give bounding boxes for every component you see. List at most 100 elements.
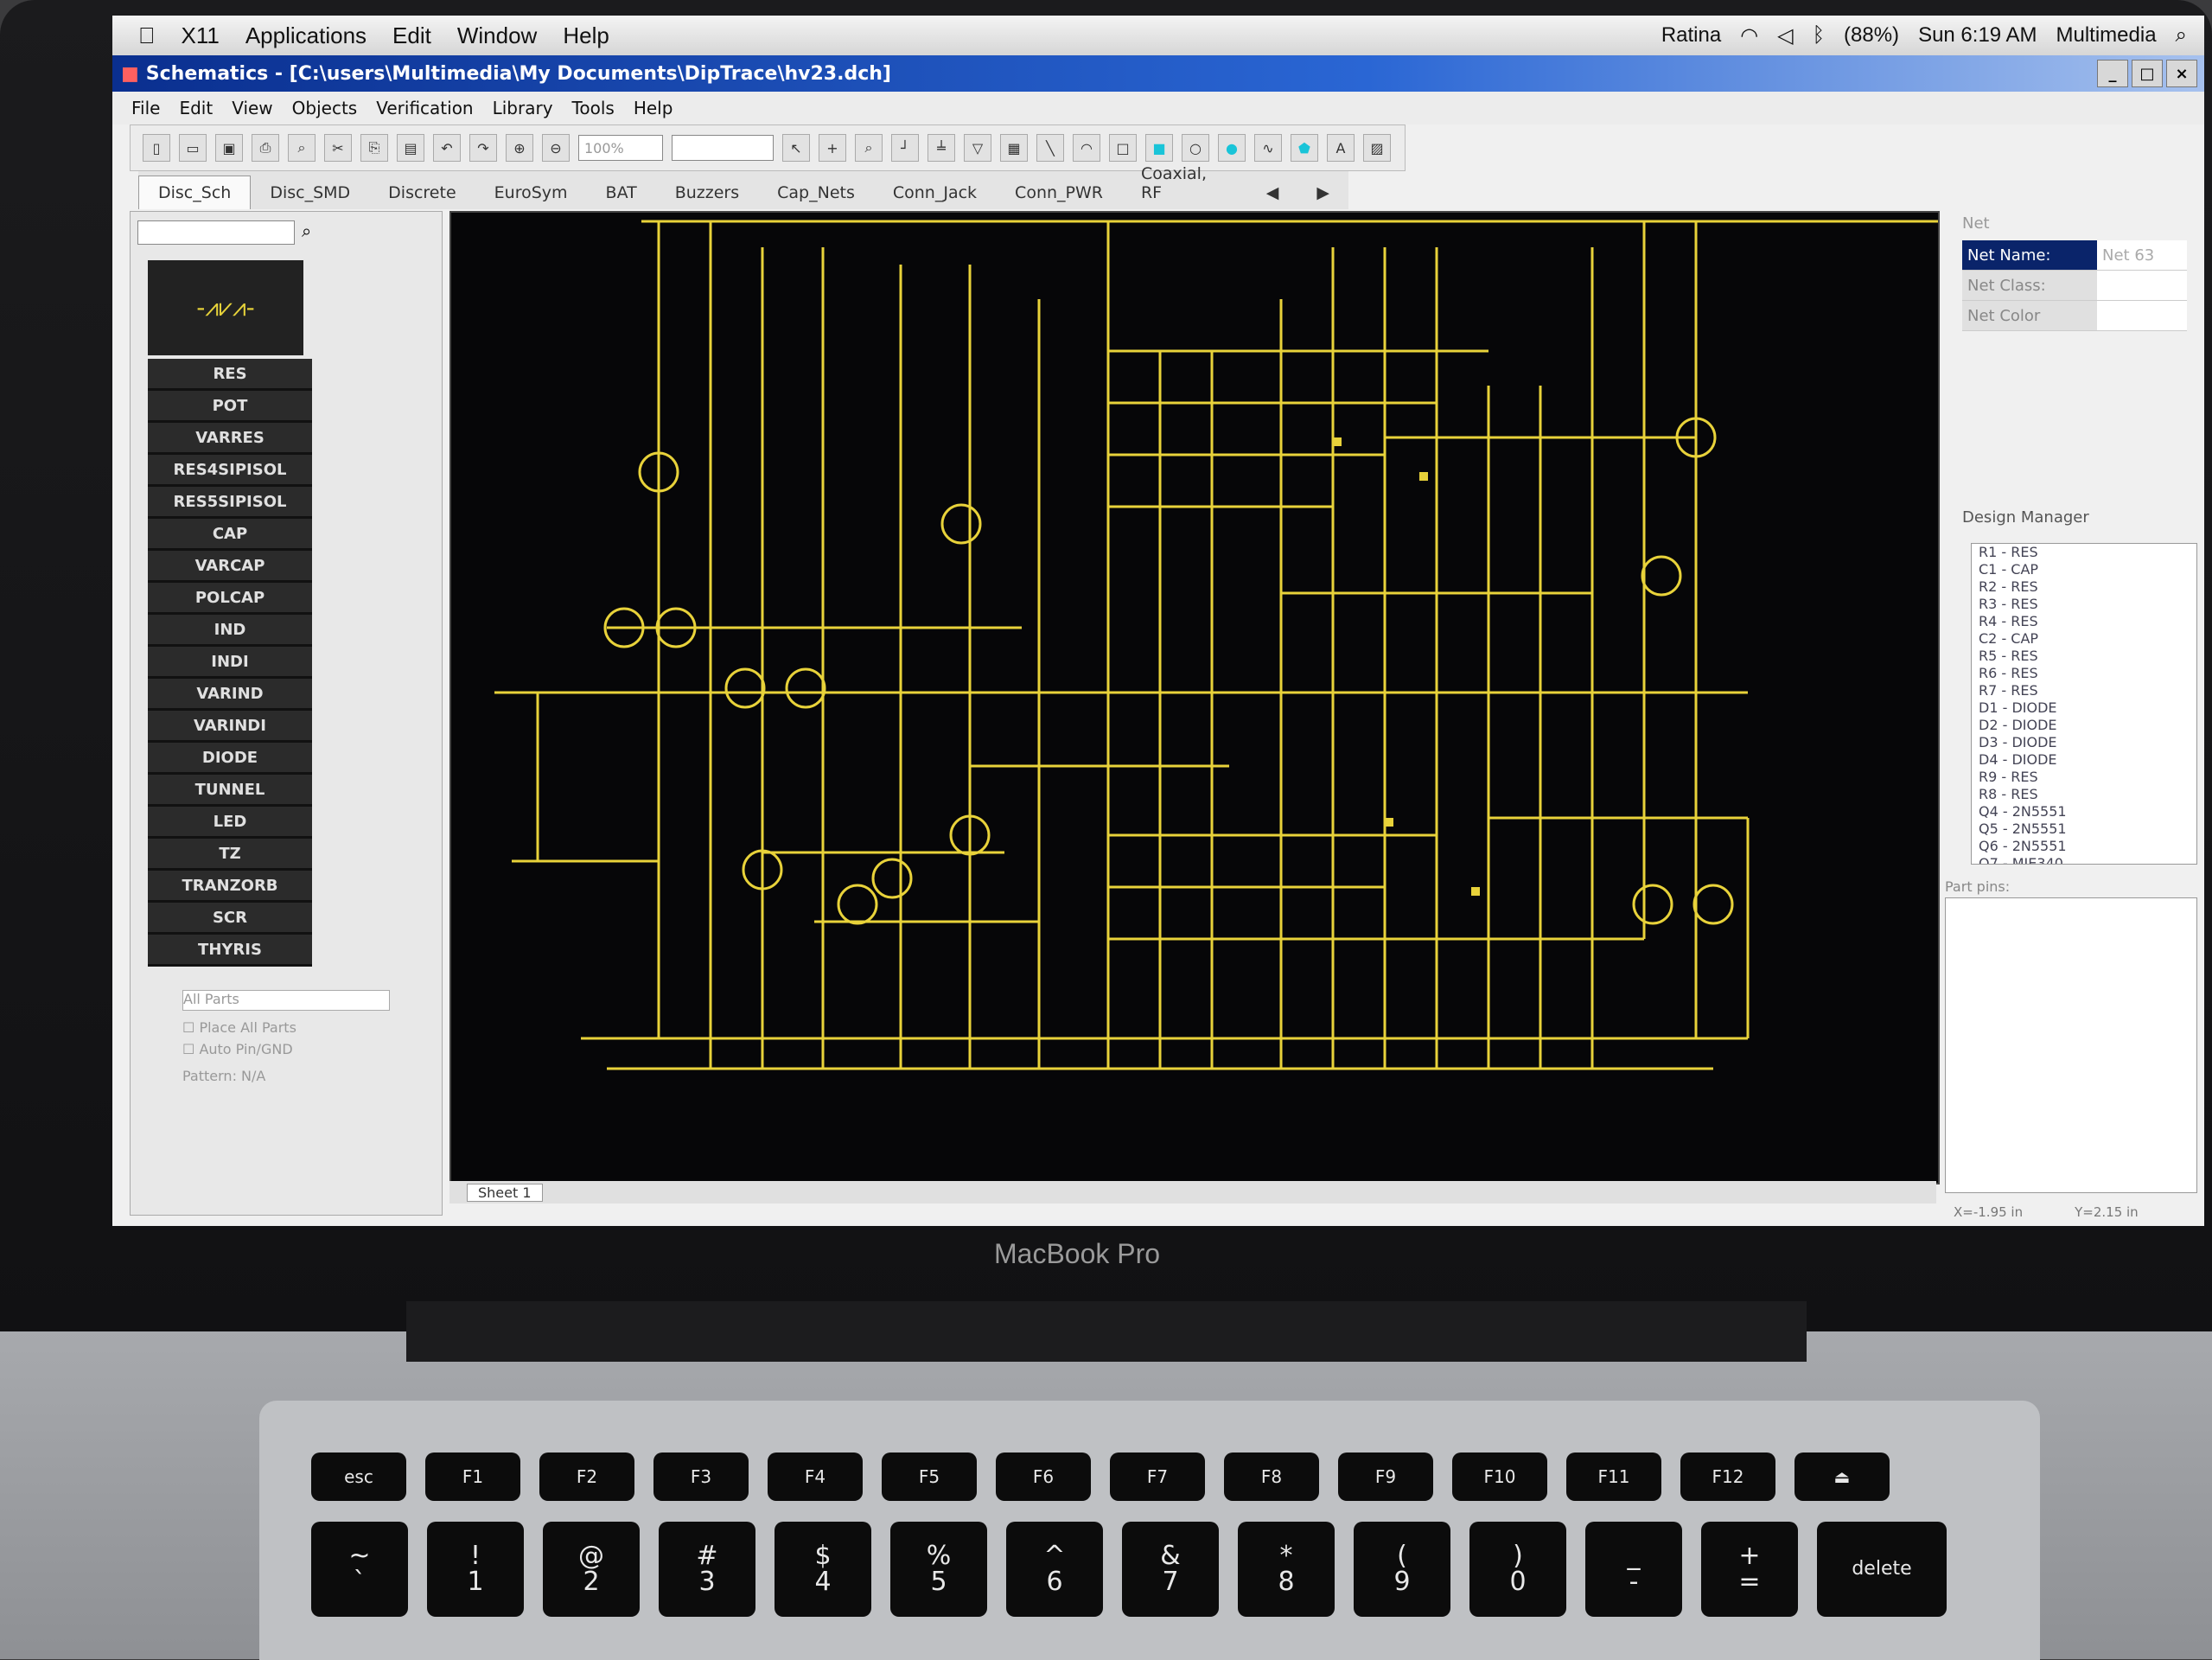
menu-applications[interactable]: Applications [245, 22, 367, 49]
key-f6[interactable]: F6 [996, 1452, 1091, 1501]
net-color-value[interactable] [2097, 301, 2187, 330]
zoom-out-icon[interactable]: ⊖ [542, 134, 570, 162]
part-tz[interactable]: TZ [148, 839, 312, 871]
key-6[interactable]: ^ 6 [1006, 1522, 1103, 1617]
net-name-value[interactable]: Net 63 [2097, 240, 2187, 270]
key-1[interactable]: ! 1 [427, 1522, 524, 1617]
app-menu-tools[interactable]: Tools [572, 98, 615, 118]
binoculars-icon[interactable]: ⌕ [302, 220, 311, 241]
part-pins-box[interactable] [1945, 897, 2197, 1193]
new-file-icon[interactable]: ▯ [143, 134, 170, 162]
part-varind[interactable]: VARIND [148, 679, 312, 711]
key-f10[interactable]: F10 [1452, 1452, 1547, 1501]
polyline-icon[interactable]: ∿ [1254, 134, 1282, 162]
part-pot[interactable]: POT [148, 391, 312, 423]
key-minus[interactable]: _ - [1585, 1522, 1682, 1617]
line-icon[interactable]: ╲ [1036, 134, 1064, 162]
part-diode[interactable]: DIODE [148, 743, 312, 775]
key-equals[interactable]: + = [1701, 1522, 1798, 1617]
list-item[interactable]: R9 - RES [1972, 769, 2196, 786]
table-icon[interactable]: ▦ [1000, 134, 1028, 162]
volume-icon[interactable]: ◁ [1777, 23, 1793, 48]
part-led[interactable]: LED [148, 807, 312, 839]
key-tilde[interactable]: ~ ` [311, 1522, 408, 1617]
net-name-row[interactable]: Net Name: Net 63 [1962, 240, 2187, 271]
pointer-icon[interactable]: ↖ [782, 134, 810, 162]
key-delete[interactable]: delete [1817, 1522, 1947, 1617]
open-folder-icon[interactable]: ▭ [179, 134, 207, 162]
part-res5sipisol[interactable]: RES5SIPISOL [148, 487, 312, 519]
list-item[interactable]: Q4 - 2N5551 [1972, 803, 2196, 820]
part-tranzorb[interactable]: TRANZORB [148, 871, 312, 903]
tab-conn-jack[interactable]: Conn_Jack [874, 176, 996, 209]
list-item[interactable]: R5 - RES [1972, 648, 2196, 665]
component-search-input[interactable] [137, 220, 295, 245]
net-class-row[interactable]: Net Class: [1962, 271, 2187, 301]
list-item[interactable]: R6 - RES [1972, 665, 2196, 682]
image-icon[interactable]: ▨ [1363, 134, 1391, 162]
text-icon[interactable]: A [1327, 134, 1355, 162]
place-all-checkbox[interactable]: ☐ Place All Parts [182, 1019, 390, 1036]
app-menu-verification[interactable]: Verification [376, 98, 473, 118]
menu-window[interactable]: Window [457, 22, 537, 49]
net-port-icon[interactable]: ▽ [964, 134, 991, 162]
part-varcap[interactable]: VARCAP [148, 551, 312, 583]
menu-edit[interactable]: Edit [392, 22, 431, 49]
schematic-canvas[interactable] [449, 211, 1955, 1184]
part-res[interactable]: RES [148, 359, 312, 391]
key-f7[interactable]: F7 [1110, 1452, 1205, 1501]
app-menu-file[interactable]: File [131, 98, 160, 118]
list-item[interactable]: R2 - RES [1972, 578, 2196, 596]
part-polcap[interactable]: POLCAP [148, 583, 312, 615]
close-icon[interactable]: × [2166, 60, 2197, 87]
wifi-icon[interactable]: ◠ [1740, 23, 1758, 48]
list-item[interactable]: Q7 - MJE340 [1972, 855, 2196, 864]
part-tunnel[interactable]: TUNNEL [148, 775, 312, 807]
key-f8[interactable]: F8 [1224, 1452, 1319, 1501]
save-icon[interactable]: ▣ [215, 134, 243, 162]
part-ind[interactable]: IND [148, 615, 312, 647]
sheet-tab[interactable]: Sheet 1 [467, 1183, 543, 1202]
print-preview-icon[interactable]: ⌕ [288, 134, 316, 162]
arc-icon[interactable]: ◠ [1073, 134, 1100, 162]
find-icon[interactable]: ⌕ [855, 134, 883, 162]
menu-help[interactable]: Help [563, 22, 609, 49]
list-item[interactable]: C1 - CAP [1972, 561, 2196, 578]
key-f11[interactable]: F11 [1566, 1452, 1661, 1501]
undo-icon[interactable]: ↶ [433, 134, 461, 162]
key-9[interactable]: (9 [1354, 1522, 1450, 1617]
redo-icon[interactable]: ↷ [469, 134, 497, 162]
polygon-icon[interactable]: ⬟ [1291, 134, 1318, 162]
part-thyris[interactable]: THYRIS [148, 935, 312, 967]
auto-pin-checkbox[interactable]: ☐ Auto Pin/GND [182, 1041, 390, 1057]
key-8[interactable]: * 8 [1238, 1522, 1335, 1617]
part-varindi[interactable]: VARINDI [148, 711, 312, 743]
key-4[interactable]: $4 [775, 1522, 871, 1617]
menu-x11[interactable]: X11 [182, 22, 220, 49]
key-3[interactable]: #3 [659, 1522, 755, 1617]
key-5[interactable]: % 5 [890, 1522, 987, 1617]
print-icon[interactable]: ⎙ [252, 134, 279, 162]
key-0[interactable]: ) 0 [1469, 1522, 1566, 1617]
app-menu-help[interactable]: Help [634, 98, 673, 118]
list-item[interactable]: D2 - DIODE [1972, 717, 2196, 734]
list-item[interactable]: R3 - RES [1972, 596, 2196, 613]
zoom-select[interactable]: 100% [578, 135, 663, 161]
tab-discrete[interactable]: Discrete [369, 176, 475, 209]
wire-icon[interactable]: ┘ [891, 134, 919, 162]
app-menu-library[interactable]: Library [493, 98, 553, 118]
part-scr[interactable]: SCR [148, 903, 312, 935]
key-f4[interactable]: F4 [768, 1452, 863, 1501]
grid-select[interactable] [672, 135, 774, 161]
battery-status[interactable]: (88%) [1844, 23, 1899, 48]
eject-icon[interactable]: ⏏ [1794, 1452, 1890, 1501]
key-f12[interactable]: F12 [1680, 1452, 1775, 1501]
key-f9[interactable]: F9 [1338, 1452, 1433, 1501]
tab-scroll-left-icon[interactable]: ◀ [1247, 176, 1298, 209]
minimize-icon[interactable]: _ [2097, 60, 2128, 87]
part-res4sipisol[interactable]: RES4SIPISOL [148, 455, 312, 487]
list-item[interactable]: R1 - RES [1972, 544, 2196, 561]
filter-select[interactable]: All Parts [182, 990, 390, 1011]
app-menu-edit[interactable]: Edit [179, 98, 213, 118]
list-item[interactable]: D4 - DIODE [1972, 751, 2196, 769]
